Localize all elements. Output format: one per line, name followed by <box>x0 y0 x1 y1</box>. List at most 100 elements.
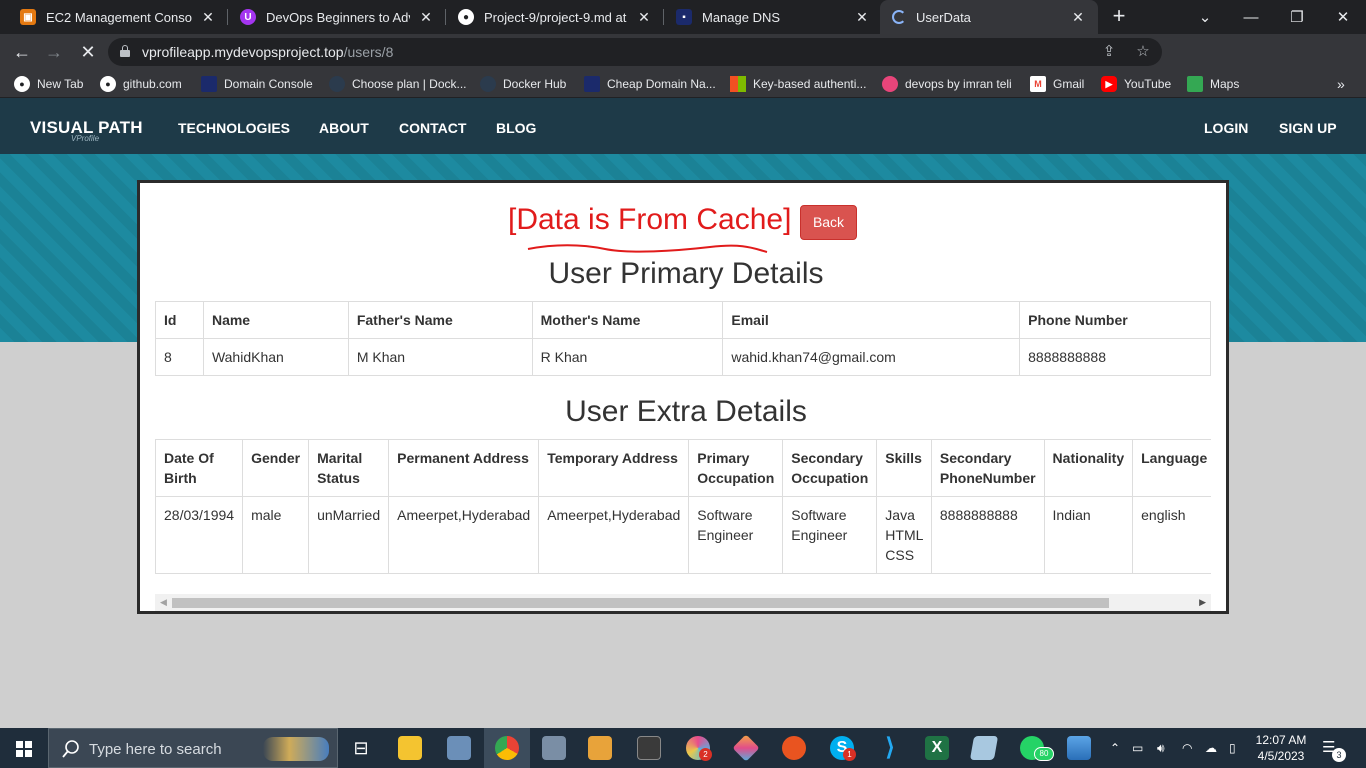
search-placeholder: Type here to search <box>89 741 222 758</box>
scroll-right-arrow-icon[interactable]: ▶ <box>1199 597 1206 608</box>
nav-sign-up[interactable]: SIGN UP <box>1279 120 1337 136</box>
tab-title: Manage DNS <box>702 9 781 25</box>
file-explorer-icon[interactable] <box>398 736 422 760</box>
table-cell: Ameerpet,Hyderabad <box>538 496 690 574</box>
tab-github[interactable]: ● Project-9/project-9.md at ma ✕ <box>446 0 664 34</box>
table-cell: Java HTML CSS <box>876 496 932 574</box>
system-clock[interactable]: 12:07 AM 4/5/2023 <box>1253 732 1309 764</box>
paint-icon[interactable] <box>447 736 471 760</box>
close-icon[interactable]: ✕ <box>418 9 434 26</box>
photos-icon[interactable] <box>1067 736 1091 760</box>
nav-about[interactable]: ABOUT <box>319 120 369 136</box>
bookmark-docker-hub[interactable]: Docker Hub <box>480 76 566 92</box>
taskbar-search-box[interactable]: Type here to search <box>48 728 338 768</box>
github-icon: ● <box>100 76 116 92</box>
close-icon[interactable]: ✕ <box>200 9 216 26</box>
task-view-icon[interactable]: ⊟ <box>349 736 373 760</box>
horizontal-scrollbar[interactable]: ◀ ▶ <box>155 594 1211 611</box>
nav-technologies[interactable]: TECHNOLOGIES <box>178 120 290 136</box>
bookmark-github[interactable]: ● github.com <box>100 76 182 92</box>
column-header: Phone Number <box>1019 301 1211 339</box>
browser-tab-strip: ▣ EC2 Management Console ✕ U DevOps Begi… <box>0 0 1366 34</box>
window-close-icon[interactable]: ✕ <box>1320 0 1366 34</box>
url-host: vprofileapp.mydevopsproject.top <box>142 44 344 60</box>
tab-udemy[interactable]: U DevOps Beginners to Advanc ✕ <box>228 0 446 34</box>
wifi-icon[interactable]: ◠ <box>1182 741 1192 755</box>
bookmark-label: Maps <box>1210 77 1240 91</box>
close-icon[interactable]: ✕ <box>1070 9 1086 26</box>
bookmark-devops-imran[interactable]: devops by imran teli <box>882 76 1012 92</box>
extra-details-table: Date Of Birth Gender Marital Status Perm… <box>155 439 1211 574</box>
bookmark-gmail[interactable]: M Gmail <box>1030 76 1084 92</box>
tab-userdata[interactable]: UserData ✕ <box>880 0 1098 34</box>
gmail-icon: M <box>1030 76 1046 92</box>
new-tab-plus-icon[interactable]: + <box>1108 5 1130 27</box>
table-row: 28/03/1994 male unMarried Ameerpet,Hyder… <box>155 496 1211 574</box>
scroll-left-arrow-icon[interactable]: ◀ <box>160 597 167 608</box>
close-icon[interactable]: ✕ <box>636 9 652 26</box>
bookmark-label: YouTube <box>1124 77 1172 91</box>
git-icon[interactable] <box>732 734 760 762</box>
table-cell: unMarried <box>308 496 390 574</box>
tab-manage-dns[interactable]: ▪ Manage DNS ✕ <box>664 0 882 34</box>
tab-ec2[interactable]: ▣ EC2 Management Console ✕ <box>8 0 228 34</box>
aws-icon: ▣ <box>20 9 36 25</box>
nav-contact[interactable]: CONTACT <box>399 120 466 136</box>
nav-login[interactable]: LOGIN <box>1204 120 1248 136</box>
scrollbar-thumb[interactable] <box>172 598 1109 608</box>
extra-details-scroll-area[interactable]: Date Of Birth Gender Marital Status Perm… <box>155 439 1211 575</box>
back-button[interactable]: Back <box>800 205 857 240</box>
site-brand-subtitle: VProfile <box>71 134 100 143</box>
column-header: Secondary Occupation <box>782 439 878 497</box>
snipping-tool-icon[interactable] <box>637 736 661 760</box>
nav-blog[interactable]: BLOG <box>496 120 536 136</box>
clock-time: 12:07 AM <box>1255 733 1307 747</box>
bookmark-choose-plan[interactable]: Choose plan | Dock... <box>329 76 467 92</box>
windows-start-button[interactable] <box>0 728 48 768</box>
address-bar[interactable]: vprofileapp.mydevopsproject.top/users/8 … <box>108 38 1162 66</box>
bookmark-cheap-domain[interactable]: Cheap Domain Na... <box>584 76 716 92</box>
share-icon[interactable]: ⇪ <box>1100 43 1118 61</box>
bookmark-domain-console[interactable]: Domain Console <box>201 76 313 92</box>
column-header: Email <box>722 301 1021 339</box>
table-row: 8 WahidKhan M Khan R Khan wahid.khan74@g… <box>155 338 1211 376</box>
table-cell: Ameerpet,Hyderabad <box>388 496 540 574</box>
github-icon: ● <box>14 76 30 92</box>
volume-icon[interactable]: 🔊︎ <box>1157 741 1165 756</box>
bookmark-key-auth[interactable]: Key-based authenti... <box>730 76 866 92</box>
table-cell: 8 <box>155 338 204 376</box>
notification-count-badge: 3 <box>1332 748 1346 762</box>
battery-icon[interactable]: ▭ <box>1132 741 1143 755</box>
excel-icon[interactable]: X <box>925 736 949 760</box>
media-player-icon[interactable] <box>588 736 612 760</box>
bookmarks-bar: ● New Tab ● github.com Domain Console Choo… <box>0 70 1366 98</box>
system-monitor-icon[interactable] <box>542 736 566 760</box>
chrome-icon[interactable] <box>495 736 519 760</box>
tray-chevron-up-icon[interactable]: ⌃ <box>1110 741 1120 755</box>
bookmark-label: Key-based authenti... <box>753 77 867 91</box>
more-bookmarks-chevron-icon[interactable]: » <box>1337 76 1345 92</box>
search-icon <box>62 740 79 758</box>
stop-loading-icon[interactable]: ✕ <box>76 40 100 64</box>
cloud-icon[interactable]: ☁︎ <box>1205 741 1217 755</box>
tab-title: UserData <box>916 9 971 25</box>
vscode-icon[interactable]: ⟩ <box>878 736 902 760</box>
column-header: Mother's Name <box>531 301 724 339</box>
table-cell: 28/03/1994 <box>155 496 244 574</box>
restore-icon[interactable]: ❐ <box>1274 0 1320 34</box>
device-icon[interactable]: ▯ <box>1229 741 1236 755</box>
virtualbox-icon[interactable] <box>969 736 999 760</box>
bookmark-star-icon[interactable]: ☆ <box>1134 43 1152 61</box>
minimize-icon[interactable]: — <box>1228 0 1274 34</box>
bookmark-maps[interactable]: Maps <box>1187 76 1239 92</box>
bookmark-youtube[interactable]: ▶ YouTube <box>1101 76 1171 92</box>
tab-search-chevron-icon[interactable]: ⌄ <box>1182 0 1228 34</box>
user-data-card: [Data is From Cache] Back User Primary D… <box>137 180 1229 614</box>
column-header: Id <box>155 301 204 339</box>
bookmark-new-tab[interactable]: ● New Tab <box>14 76 83 92</box>
back-arrow-icon[interactable]: ← <box>10 40 34 64</box>
ubuntu-icon[interactable] <box>782 736 806 760</box>
youtube-icon: ▶ <box>1101 76 1117 92</box>
close-icon[interactable]: ✕ <box>854 9 870 26</box>
forward-arrow-icon[interactable]: → <box>42 40 66 64</box>
